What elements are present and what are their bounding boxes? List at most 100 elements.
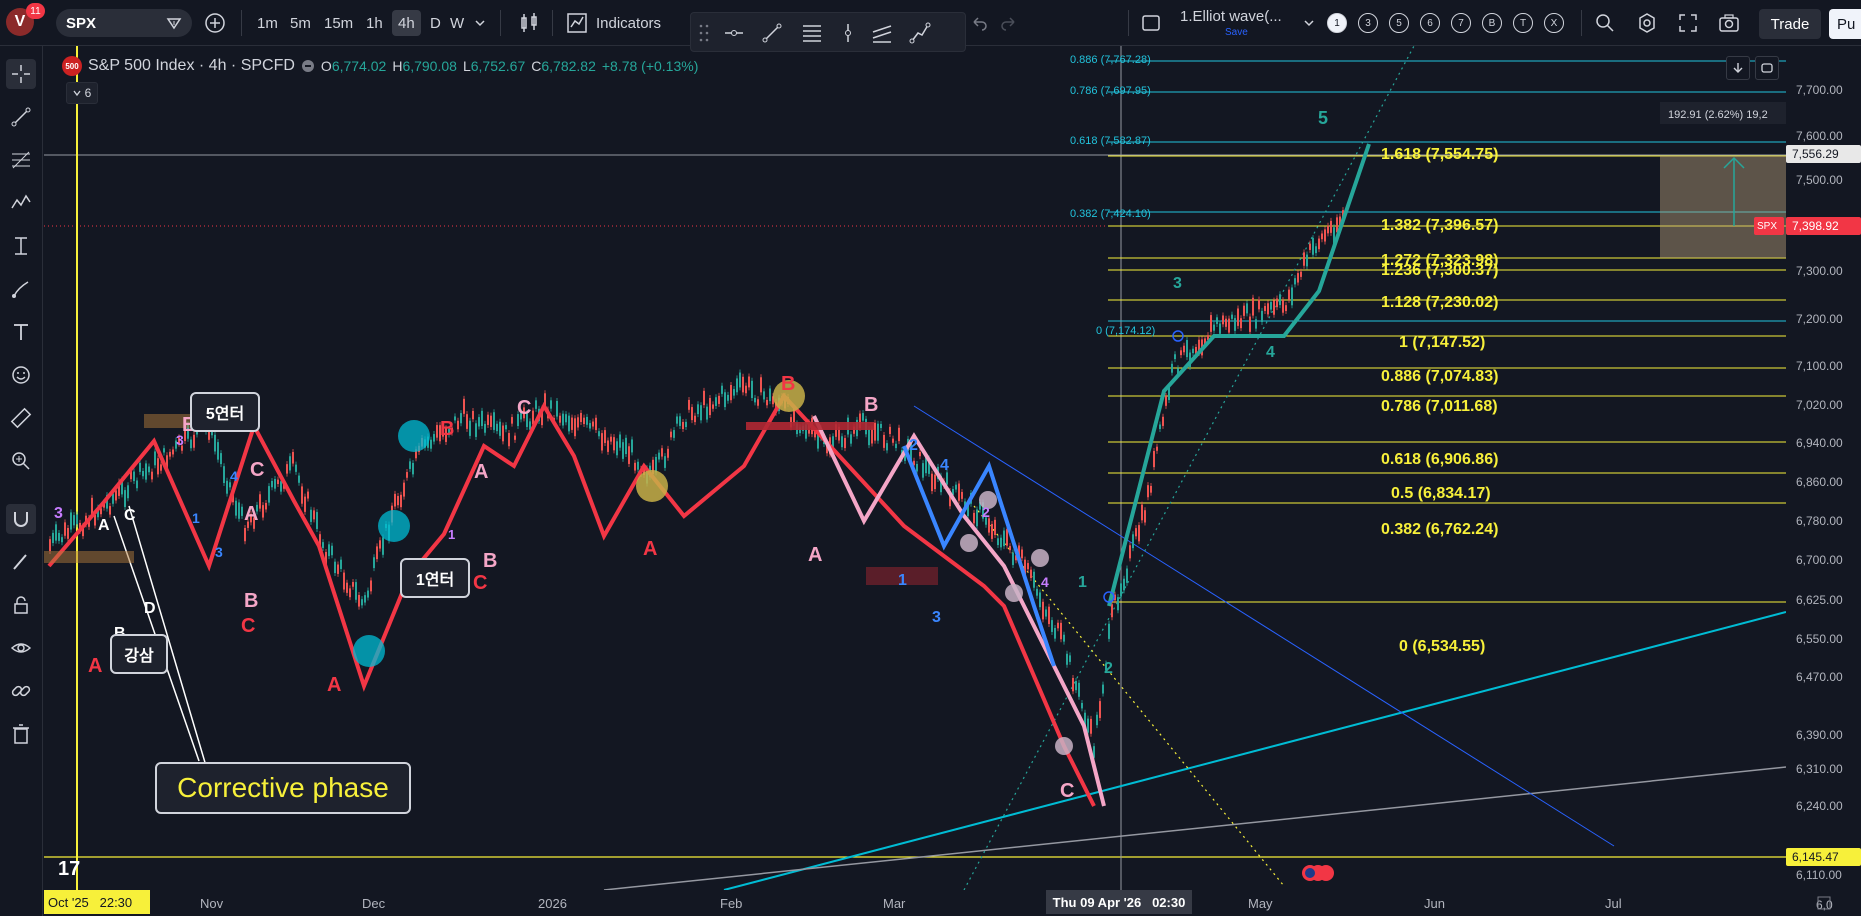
candle-body — [1291, 287, 1293, 306]
lock-tool[interactable] — [6, 590, 36, 620]
candle-body — [727, 394, 729, 401]
timeframe-5m[interactable]: 5m — [284, 10, 317, 36]
candle-body — [1156, 446, 1158, 451]
text-tool[interactable] — [6, 317, 36, 347]
layout-slot-1[interactable]: 1 — [1327, 13, 1347, 33]
emoji-tool[interactable] — [6, 360, 36, 390]
zoom-button[interactable] — [1594, 0, 1616, 46]
channel-icon[interactable] — [871, 22, 893, 44]
candle-body — [724, 392, 726, 408]
candle-body — [277, 479, 279, 485]
measure-box[interactable] — [1660, 156, 1786, 258]
wave-label: B — [440, 418, 455, 440]
layout-checkbox[interactable] — [1141, 0, 1161, 46]
tradingview-logo[interactable]: 17 — [58, 858, 80, 880]
snapshot-button[interactable] — [1718, 0, 1740, 46]
scroll-down-button[interactable] — [1726, 56, 1750, 80]
trend-line-tool[interactable] — [6, 102, 36, 132]
auto-scale-button[interactable] — [1755, 56, 1779, 80]
symbol-legend[interactable]: 500 S&P 500 Index · 4h · SPCFD O6,774.02… — [62, 56, 698, 76]
fib-tool[interactable] — [6, 145, 36, 175]
link-tool[interactable] — [6, 676, 36, 706]
callout-box[interactable]: 강삼 — [110, 634, 168, 674]
timeframe-4h[interactable]: 4h — [392, 10, 421, 36]
measure-tool[interactable] — [6, 403, 36, 433]
pivot-marker[interactable] — [353, 635, 385, 667]
fib-levels-icon[interactable] — [801, 22, 823, 44]
prediction-tool[interactable] — [6, 231, 36, 261]
layout-save-link[interactable]: Save — [1225, 27, 1248, 38]
candle-body — [625, 437, 627, 455]
draw-mode-tool[interactable] — [6, 547, 36, 577]
candle-body — [1069, 655, 1071, 662]
fullscreen-button[interactable] — [1678, 0, 1698, 46]
indicators-button[interactable]: Indicators — [566, 0, 661, 46]
pattern-tool[interactable] — [6, 188, 36, 218]
visibility-tool[interactable] — [6, 633, 36, 663]
timeframe-dropdown[interactable] — [474, 0, 486, 46]
callout-box[interactable]: 1연터 — [400, 558, 470, 598]
delete-tool[interactable] — [6, 719, 36, 749]
time-scale[interactable] — [44, 890, 1786, 916]
events-markers[interactable] — [1302, 865, 1334, 881]
time-scale-settings-icon[interactable] — [1816, 895, 1832, 911]
layout-slot-6[interactable]: 6 — [1420, 13, 1440, 33]
timeframe-1m[interactable]: 1m — [251, 10, 284, 36]
horizontal-ray-icon[interactable] — [723, 22, 745, 44]
pivot-marker[interactable] — [1031, 549, 1049, 567]
pivot-marker[interactable] — [960, 534, 978, 552]
timeframe-15m[interactable]: 15m — [318, 10, 359, 36]
drag-handle-icon[interactable] — [699, 23, 709, 43]
pivot-marker[interactable] — [398, 420, 430, 452]
candle-body — [328, 544, 330, 557]
divider — [1128, 10, 1129, 36]
layout-slot-3[interactable]: 3 — [1358, 13, 1378, 33]
symbol-dropdown-icon[interactable] — [166, 15, 182, 31]
callout-box[interactable]: 5연터 — [190, 392, 260, 432]
candle-body — [655, 456, 657, 473]
path-icon[interactable] — [909, 22, 931, 44]
timeframe-1h[interactable]: 1h — [360, 10, 389, 36]
notification-badge[interactable]: 11 — [26, 3, 45, 19]
redo-icon[interactable] — [1000, 14, 1018, 32]
candle-body — [217, 442, 219, 460]
symbol-search[interactable]: SPX — [56, 9, 192, 37]
pivot-marker[interactable] — [378, 510, 410, 542]
layout-name[interactable]: 1.Elliot wave(... — [1180, 8, 1282, 25]
layout-slot-7[interactable]: 7 — [1451, 13, 1471, 33]
pivot-marker[interactable] — [636, 470, 668, 502]
layout-dropdown[interactable] — [1303, 0, 1315, 46]
vertical-line-icon[interactable] — [837, 22, 859, 44]
pivot-marker[interactable] — [1055, 737, 1073, 755]
layout-slot-x[interactable]: X — [1544, 13, 1564, 33]
resistance-zone[interactable] — [746, 422, 874, 430]
layout-slot-5[interactable]: 5 — [1389, 13, 1409, 33]
candle-body — [1153, 451, 1155, 468]
zone-box[interactable] — [44, 551, 134, 563]
zoom-in-tool[interactable] — [6, 446, 36, 476]
crosshair-tool[interactable] — [6, 59, 36, 89]
undo-icon[interactable] — [970, 14, 988, 32]
layout-slot-b[interactable]: B — [1482, 13, 1502, 33]
candle-body — [562, 413, 564, 426]
settings-button[interactable] — [1636, 0, 1658, 46]
magnet-tool[interactable] — [6, 504, 36, 534]
pivot-marker[interactable] — [1005, 584, 1023, 602]
chart-type-button[interactable] — [518, 0, 540, 46]
candle-body — [961, 491, 963, 499]
line-tool-icon[interactable] — [761, 22, 783, 44]
publish-button[interactable]: Pu — [1829, 9, 1861, 39]
timeframe-w[interactable]: W — [444, 10, 470, 36]
add-symbol-button[interactable] — [204, 0, 226, 46]
candle-body — [1249, 316, 1251, 332]
candle-body — [673, 430, 675, 438]
brush-tool[interactable] — [6, 274, 36, 304]
indicators-collapse-button[interactable]: 6 — [66, 82, 98, 104]
trade-button[interactable]: Trade — [1759, 9, 1821, 39]
corrective-phase-label[interactable]: Corrective phase — [155, 762, 411, 814]
candle-body — [301, 486, 303, 504]
candle-body — [1276, 298, 1278, 308]
wave-number: 1 — [898, 572, 907, 589]
candle-body — [1240, 318, 1242, 329]
layout-slot-t[interactable]: T — [1513, 13, 1533, 33]
